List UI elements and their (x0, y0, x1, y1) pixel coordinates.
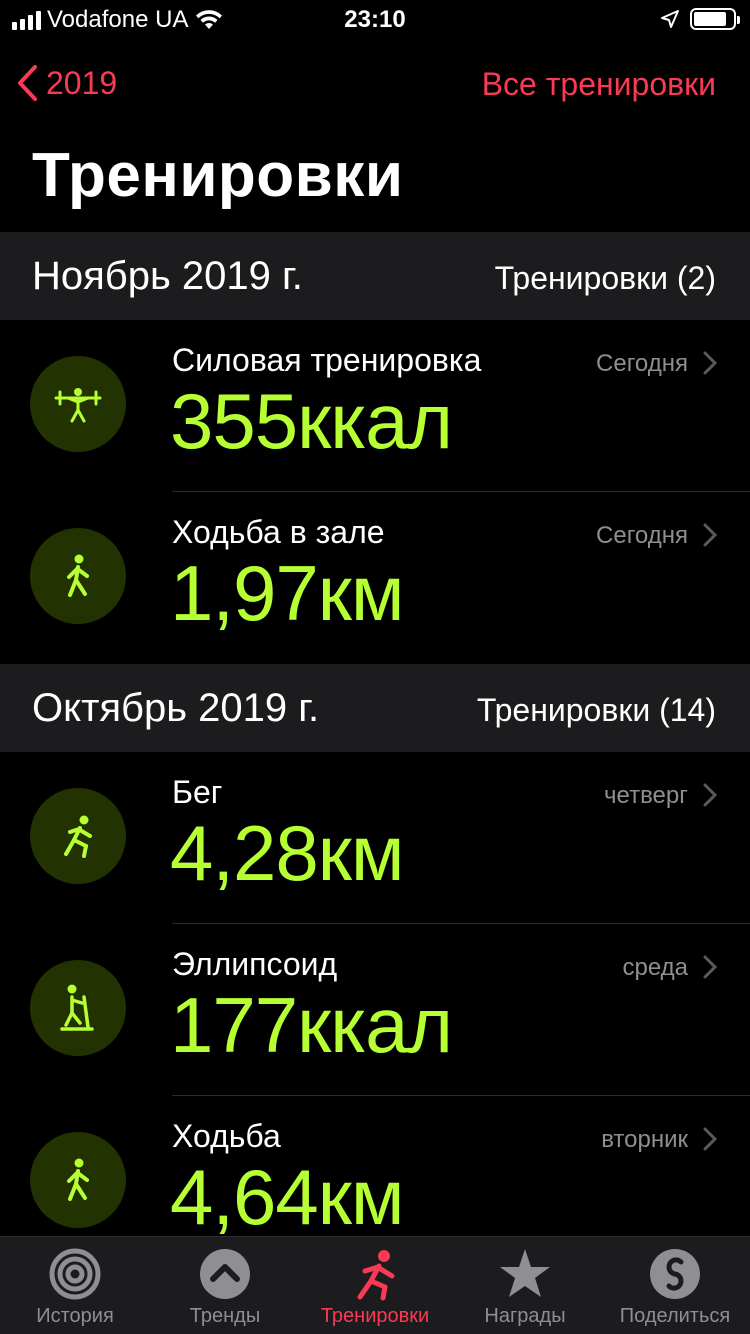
chevron-right-icon (703, 351, 718, 375)
status-time: 23:10 (344, 6, 406, 33)
activity-rings-icon (49, 1248, 101, 1300)
workout-icon-badge (30, 960, 126, 1056)
workout-running-icon (357, 1250, 395, 1301)
tab-bar: История Тренды Тренировки Награды Подели… (0, 1236, 750, 1334)
tab-label: Тренды (189, 1305, 261, 1327)
workout-metric: 1,97км (170, 549, 405, 637)
tab-awards[interactable]: Награды (450, 1237, 600, 1334)
tab-label: Тренировки (320, 1305, 430, 1327)
workout-day: Сегодня (596, 350, 688, 377)
tab-trends[interactable]: Тренды (150, 1237, 300, 1334)
workout-icon-badge (30, 1132, 126, 1228)
workout-name: Ходьба в зале (172, 514, 385, 550)
chevron-left-icon (18, 65, 37, 101)
workout-name: Бег (172, 774, 223, 810)
navigation-bar: 2019 Все тренировки (0, 56, 750, 116)
tab-label: Награды (484, 1305, 566, 1327)
back-button[interactable]: 2019 (16, 64, 117, 102)
workout-metric: 4,64км (170, 1153, 405, 1241)
section-header: Октябрь 2019 г. Тренировки (14) (0, 664, 750, 752)
workout-row[interactable]: Эллипсоид 177ккал среда (0, 924, 750, 1096)
status-bar: Vodafone UA 23:10 (0, 0, 750, 40)
sharing-icon (650, 1249, 700, 1299)
workout-day: Сегодня (596, 522, 688, 549)
workout-icon-badge (30, 528, 126, 624)
section-month: Октябрь 2019 г. (32, 686, 320, 730)
indoor-walk-icon (67, 554, 89, 597)
chevron-right-icon (703, 1127, 718, 1151)
walking-icon (67, 1158, 89, 1201)
workout-row[interactable]: Силовая тренировка 355ккал Сегодня (0, 320, 750, 492)
workout-icon-badge (30, 356, 126, 452)
workout-row[interactable]: Ходьба в зале 1,97км Сегодня (0, 492, 750, 664)
tab-history[interactable]: История (0, 1237, 150, 1334)
workout-day: четверг (604, 782, 688, 809)
workout-metric: 355ккал (170, 377, 453, 465)
location-arrow-icon (661, 10, 679, 28)
tab-label: Поделиться (619, 1305, 731, 1327)
workout-row[interactable]: Бег 4,28км четверг (0, 752, 750, 924)
tab-sharing[interactable]: Поделиться (600, 1237, 750, 1334)
back-label: 2019 (46, 64, 118, 101)
chevron-right-icon (703, 955, 718, 979)
workout-name: Эллипсоид (172, 946, 338, 982)
weightlifting-icon (54, 388, 102, 423)
workout-day: вторник (601, 1126, 688, 1153)
trends-icon (200, 1249, 250, 1299)
chevron-right-icon (703, 523, 718, 547)
section-count: Тренировки (2) (494, 260, 716, 296)
workout-name: Силовая тренировка (172, 342, 482, 378)
battery-icon (690, 8, 740, 30)
workout-day: среда (622, 954, 688, 981)
workout-name: Ходьба (172, 1118, 281, 1154)
tab-label: История (36, 1305, 114, 1327)
elliptical-icon (60, 984, 94, 1031)
workout-metric: 4,28км (170, 809, 405, 897)
tab-workouts[interactable]: Тренировки (300, 1237, 450, 1334)
page-title: Тренировки (32, 141, 404, 210)
section-header: Ноябрь 2019 г. Тренировки (2) (0, 232, 750, 320)
running-icon (64, 815, 92, 858)
all-workouts-button[interactable]: Все тренировки (482, 66, 716, 103)
workout-metric: 177ккал (170, 981, 453, 1069)
section-count: Тренировки (14) (476, 692, 716, 728)
workout-icon-badge (30, 788, 126, 884)
status-right (660, 8, 740, 30)
section-month: Ноябрь 2019 г. (32, 254, 303, 298)
chevron-right-icon (703, 783, 718, 807)
awards-star-icon (500, 1249, 550, 1297)
